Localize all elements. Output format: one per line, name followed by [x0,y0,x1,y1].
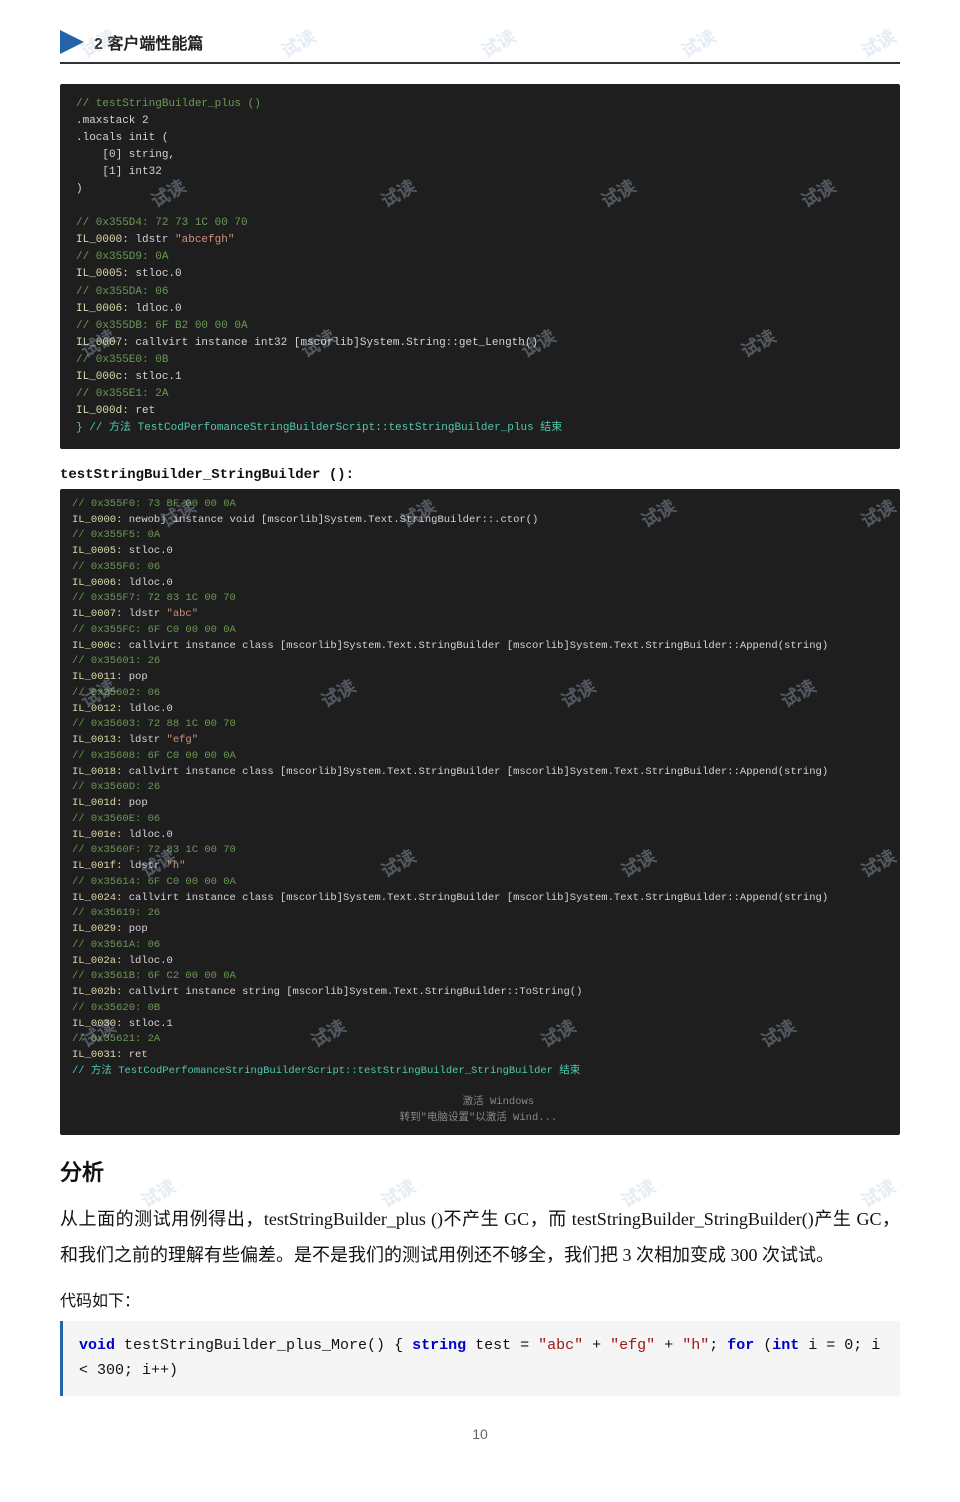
page-number: 10 [60,1426,900,1442]
chapter-header: 2 客户端性能篇 [60,30,900,64]
chapter-title: 2 客户端性能篇 [94,30,203,54]
code-block-2: // 0x355F0: 73 BF 00 00 0A IL_0000: newo… [60,489,900,1135]
code-label: 代码如下： [60,1287,900,1311]
analysis-paragraph1: 从上面的测试用例得出，testStringBuilder_plus ()不产生 … [60,1201,900,1273]
code-block-1: // testStringBuilder_plus () .maxstack 2… [60,84,900,449]
chapter-icon [60,30,84,54]
function-header-2: testStringBuilder_StringBuilder (): [60,467,900,483]
code-block-3: void testStringBuilder_plus_More() { str… [60,1321,900,1396]
page-content: 2 客户端性能篇 // testStringBuilder_plus () .m… [0,0,960,1502]
analysis-heading: 分析 [60,1155,900,1187]
